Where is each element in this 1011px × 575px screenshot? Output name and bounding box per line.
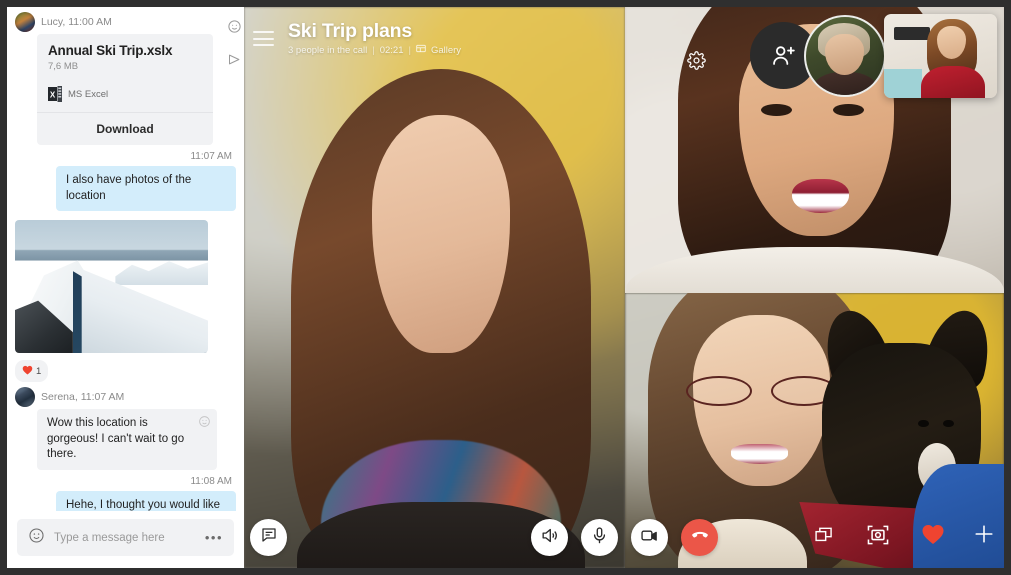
- microphone-icon: [590, 526, 609, 550]
- participant-count: 3 people in the call: [288, 44, 368, 56]
- message-row-outgoing: I also have photos of the location: [15, 166, 236, 212]
- speaker-button[interactable]: [531, 519, 568, 556]
- avatar: [15, 387, 35, 408]
- participant-video-main: [290, 68, 591, 568]
- file-card-body: Annual Ski Trip.xslx 7,6 MB X MS Excel: [37, 34, 213, 112]
- emoji-icon[interactable]: [198, 415, 211, 428]
- page-title: Ski Trip plans: [288, 20, 412, 42]
- send-icon[interactable]: [227, 52, 242, 72]
- file-attachment-card[interactable]: Annual Ski Trip.xslx 7,6 MB X MS Excel D…: [37, 34, 213, 145]
- camera-button[interactable]: [631, 519, 668, 556]
- call-subtitle: 3 people in the call | 02:21 | Gallery: [288, 44, 461, 56]
- message-row-incoming: Wow this location is gorgeous! I can't w…: [15, 409, 236, 470]
- photo-far-ridge: [115, 261, 208, 286]
- emoji-icon[interactable]: [227, 19, 242, 39]
- chat-message-list[interactable]: Lucy, 11:00 AM Annual Ski Trip.xslx 7,6 …: [7, 7, 244, 511]
- avatar: [15, 12, 35, 32]
- chat-toggle-button[interactable]: [250, 519, 287, 556]
- download-button[interactable]: Download: [37, 112, 213, 145]
- participant-avatar-circle[interactable]: [804, 15, 886, 97]
- file-type-label: MS Excel: [68, 88, 109, 100]
- gear-icon[interactable]: [687, 51, 706, 75]
- message-bubble[interactable]: Hehe, I thought you would like it.: [56, 490, 236, 511]
- file-type-row: X MS Excel: [48, 86, 202, 102]
- excel-icon: X: [48, 86, 62, 102]
- skype-call-window: Lucy, 11:00 AM Annual Ski Trip.xslx 7,6 …: [0, 0, 1011, 575]
- separator: |: [372, 44, 375, 56]
- message-input[interactable]: Type a message here: [54, 532, 196, 544]
- reaction-badge[interactable]: 1: [15, 360, 49, 383]
- message-bubble[interactable]: Wow this location is gorgeous! I can't w…: [37, 409, 217, 470]
- end-call-button[interactable]: [681, 519, 718, 556]
- snapshot-button[interactable]: [867, 525, 889, 550]
- more-options-icon[interactable]: •••: [205, 530, 223, 545]
- composer-area: Type a message here •••: [7, 511, 244, 568]
- message-sender-time: Lucy, 11:00 AM: [41, 16, 112, 28]
- svg-text:X: X: [50, 90, 56, 99]
- message-header-serena: Serena, 11:07 AM: [15, 382, 236, 409]
- chat-panel: Lucy, 11:00 AM Annual Ski Trip.xslx 7,6 …: [7, 7, 244, 568]
- chat-panel-actions: [227, 19, 242, 72]
- hamburger-menu-icon[interactable]: [253, 31, 274, 47]
- chat-bubble-icon: [260, 526, 278, 549]
- reaction-count: 1: [36, 365, 42, 377]
- message-bubble[interactable]: I also have photos of the location: [56, 166, 236, 212]
- separator: |: [408, 44, 411, 56]
- message-timestamp: 11:07 AM: [190, 151, 232, 162]
- message-row-outgoing: Hehe, I thought you would like it.: [15, 490, 236, 511]
- end-call-icon: [690, 525, 710, 550]
- call-duration: 02:21: [379, 44, 404, 56]
- file-name: Annual Ski Trip.xslx: [48, 43, 173, 58]
- message-sender-time: Serena, 11:07 AM: [41, 391, 125, 404]
- call-stage: Ski Trip plans 3 people in the call | 02…: [244, 7, 1004, 568]
- microphone-button[interactable]: [581, 519, 618, 556]
- photo-attachment[interactable]: [15, 220, 208, 354]
- main-video-tile[interactable]: [244, 7, 625, 568]
- self-view-thumbnail[interactable]: [884, 14, 997, 98]
- call-title-block: Ski Trip plans 3 people in the call | 02…: [288, 21, 461, 56]
- emoji-icon[interactable]: [28, 527, 45, 549]
- add-reaction-button[interactable]: [973, 523, 995, 550]
- screen-share-button[interactable]: [814, 525, 834, 550]
- camera-icon: [640, 526, 659, 550]
- view-mode-label[interactable]: Gallery: [431, 45, 461, 56]
- reaction-row: 1: [15, 353, 236, 383]
- call-header: Ski Trip plans 3 people in the call | 02…: [244, 7, 461, 56]
- call-controls-bar: [244, 506, 1004, 568]
- message-timestamp: 11:08 AM: [190, 475, 232, 487]
- file-size: 7,6 MB: [48, 61, 79, 72]
- heart-icon: [22, 362, 33, 380]
- message-composer[interactable]: Type a message here •••: [17, 519, 234, 556]
- message-header-lucy: Lucy, 11:00 AM: [15, 7, 236, 34]
- speaker-icon: [540, 526, 559, 550]
- gallery-icon[interactable]: [416, 44, 426, 56]
- reaction-heart-button[interactable]: [921, 523, 945, 550]
